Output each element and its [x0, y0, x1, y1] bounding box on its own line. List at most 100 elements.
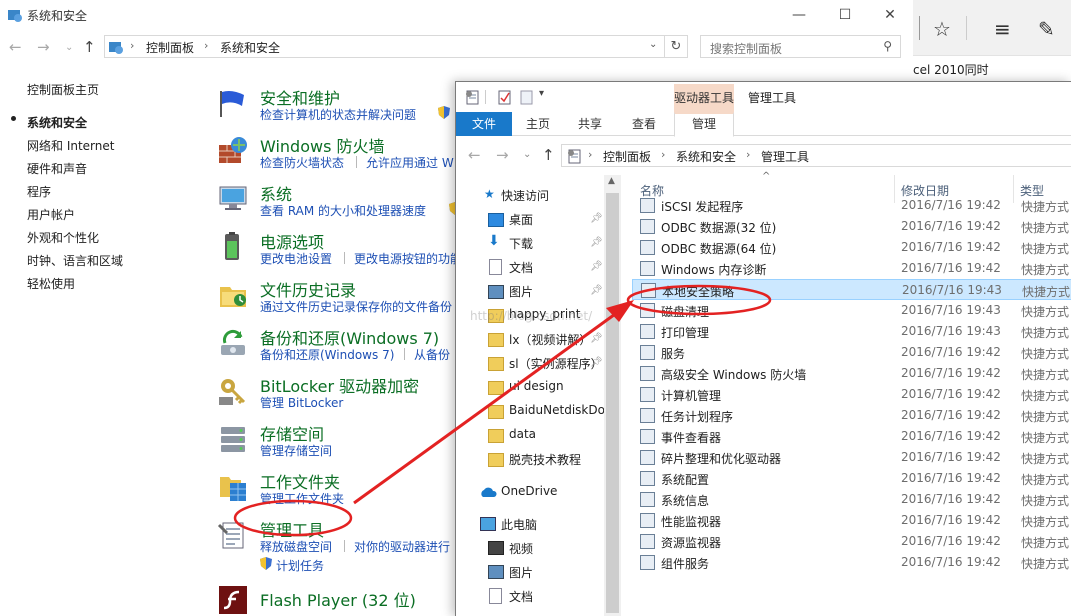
favorite-star-icon[interactable]: ☆	[933, 17, 951, 41]
file-row[interactable]: 系统信息 2016/7/16 19:42 快捷方式	[632, 489, 1071, 510]
nav-item-downloads[interactable]: 下载	[509, 235, 533, 252]
file-row[interactable]: 任务计划程序 2016/7/16 19:42 快捷方式	[632, 405, 1071, 426]
breadcrumb-item[interactable]: 系统和安全	[676, 148, 736, 165]
forward-arrow-icon[interactable]: →	[496, 146, 509, 164]
tab-manage[interactable]: 管理	[674, 112, 734, 137]
nav-item-folder[interactable]: 脱壳技术教程	[509, 451, 581, 468]
link-manage-storage[interactable]: 管理存储空间	[260, 442, 332, 459]
nav-item-folder[interactable]: BaiduNetdiskDo	[509, 403, 605, 417]
up-arrow-icon[interactable]: ↑	[542, 146, 555, 164]
scroll-up-icon[interactable]: ▲	[608, 176, 615, 186]
nav-programs[interactable]: 程序	[27, 183, 51, 200]
link-check-firewall-status[interactable]: 检查防火墙状态	[260, 154, 344, 171]
nav-item-folder[interactable]: ui design	[509, 379, 564, 393]
nav-control-panel-home[interactable]: 控制面板主页	[27, 81, 99, 98]
nav-network-internet[interactable]: 网络和 Internet	[27, 137, 114, 154]
nav-system-security[interactable]: 系统和安全	[27, 114, 87, 131]
new-folder-icon[interactable]	[518, 89, 534, 105]
pin-icon: 📌︎	[590, 261, 603, 272]
tab-file[interactable]: 文件	[456, 112, 512, 136]
file-row[interactable]: iSCSI 发起程序 2016/7/16 19:42 快捷方式	[632, 195, 1071, 216]
link-free-disk-space[interactable]: 释放磁盘空间	[260, 538, 332, 555]
file-row[interactable]: 系统配置 2016/7/16 19:42 快捷方式	[632, 468, 1071, 489]
file-row[interactable]: 磁盘清理 2016/7/16 19:43 快捷方式	[632, 300, 1071, 321]
nav-appearance[interactable]: 外观和个性化	[27, 229, 99, 246]
link-allow-app[interactable]: 允许应用通过 W	[366, 154, 454, 171]
forward-arrow-icon[interactable]: →	[37, 38, 50, 56]
nav-item-folder[interactable]: sl（实例源程序）	[509, 355, 603, 372]
nav-item-onedrive[interactable]: OneDrive	[501, 484, 557, 498]
tab-home[interactable]: 主页	[526, 112, 550, 136]
nav-hardware-sound[interactable]: 硬件和声音	[27, 160, 87, 177]
breadcrumb-item[interactable]: 系统和安全	[220, 39, 280, 56]
link-battery-settings[interactable]: 更改电池设置	[260, 250, 332, 267]
file-row[interactable]: 性能监视器 2016/7/16 19:42 快捷方式	[632, 510, 1071, 531]
nav-user-accounts[interactable]: 用户帐户	[27, 206, 75, 223]
file-row[interactable]: ODBC 数据源(64 位) 2016/7/16 19:42 快捷方式	[632, 237, 1071, 258]
file-date: 2016/7/16 19:43	[901, 324, 1001, 338]
file-row[interactable]: 组件服务 2016/7/16 19:42 快捷方式	[632, 552, 1071, 573]
link-schedule-tasks[interactable]: 计划任务	[276, 557, 324, 574]
qat-dropdown-icon[interactable]: ▾	[539, 88, 544, 99]
toolbar-divider	[919, 16, 931, 40]
link-view-ram[interactable]: 查看 RAM 的大小和处理器速度	[260, 202, 426, 219]
nav-item-videos[interactable]: 视频	[509, 540, 533, 557]
maximize-button[interactable]: ☐	[835, 5, 855, 25]
explorer-address-bar[interactable]: › 控制面板 › 系统和安全 › 管理工具	[561, 144, 1071, 167]
hub-menu-icon[interactable]: ≡	[994, 17, 1011, 41]
breadcrumb-chevron-icon: ›	[130, 39, 135, 52]
link-save-backup[interactable]: 通过文件历史记录保存你的文件备份	[260, 298, 452, 315]
file-row[interactable]: 高级安全 Windows 防火墙 2016/7/16 19:42 快捷方式	[632, 363, 1071, 384]
refresh-button[interactable]: ↻	[665, 35, 688, 58]
file-row[interactable]: Windows 内存诊断 2016/7/16 19:42 快捷方式	[632, 258, 1071, 279]
breadcrumb-item[interactable]: 控制面板	[603, 148, 651, 165]
file-row[interactable]: 服务 2016/7/16 19:42 快捷方式	[632, 342, 1071, 363]
nav-item-pictures[interactable]: 图片	[509, 564, 533, 581]
nav-item-documents[interactable]: 文档	[509, 588, 533, 605]
nav-clock-language-region[interactable]: 时钟、语言和区域	[27, 252, 123, 269]
link-power-button[interactable]: 更改电源按钮的功能	[354, 250, 462, 267]
link-restore-from-backup[interactable]: 从备份	[414, 346, 450, 363]
back-arrow-icon[interactable]: ←	[9, 38, 22, 56]
cp-search-input[interactable]: 搜索控制面板 ⚲	[700, 35, 901, 58]
file-row[interactable]: 碎片整理和优化驱动器 2016/7/16 19:42 快捷方式	[632, 447, 1071, 468]
file-row[interactable]: 计算机管理 2016/7/16 19:42 快捷方式	[632, 384, 1071, 405]
tab-view[interactable]: 查看	[632, 112, 656, 136]
nav-item-pictures[interactable]: 图片	[509, 283, 533, 300]
folder-icon	[488, 429, 504, 443]
web-note-icon[interactable]: ✎	[1038, 17, 1055, 41]
file-row[interactable]: ODBC 数据源(32 位) 2016/7/16 19:42 快捷方式	[632, 216, 1071, 237]
category-flash-player[interactable]: Flash Player (32 位)	[260, 587, 416, 611]
file-row[interactable]: 本地安全策略 2016/7/16 19:43 快捷方式	[632, 279, 1071, 300]
file-row[interactable]: 资源监视器 2016/7/16 19:42 快捷方式	[632, 531, 1071, 552]
nav-pane-scrollbar[interactable]: ▲	[604, 175, 621, 616]
nav-item-documents[interactable]: 文档	[509, 259, 533, 276]
link-optimize-drives[interactable]: 对你的驱动器进行	[354, 538, 450, 555]
up-arrow-icon[interactable]: ↑	[83, 38, 96, 56]
nav-item-this-pc[interactable]: 此电脑	[501, 516, 537, 533]
close-button[interactable]: ✕	[880, 5, 900, 25]
scrollbar-thumb[interactable]	[606, 193, 619, 613]
tab-share[interactable]: 共享	[578, 112, 602, 136]
recent-dropdown-icon[interactable]: ⌄	[65, 42, 73, 53]
nav-item-quick-access[interactable]: 快速访问	[501, 187, 549, 204]
shortcut-icon	[640, 303, 655, 318]
file-row[interactable]: 事件查看器 2016/7/16 19:42 快捷方式	[632, 426, 1071, 447]
breadcrumb-item[interactable]: 控制面板	[146, 39, 194, 56]
nav-item-folder[interactable]: data	[509, 427, 536, 441]
link-backup-restore[interactable]: 备份和还原(Windows 7)	[260, 346, 394, 363]
nav-item-desktop[interactable]: 桌面	[509, 211, 533, 228]
nav-item-folder[interactable]: lx（视频讲解）	[509, 331, 591, 348]
breadcrumb-item[interactable]: 管理工具	[761, 148, 809, 165]
minimize-button[interactable]: —	[789, 5, 809, 25]
link-manage-work-folders[interactable]: 管理工作文件夹	[260, 490, 344, 507]
link-check-status[interactable]: 检查计算机的状态并解决问题	[260, 106, 416, 123]
file-type: 快捷方式	[1021, 326, 1070, 340]
properties-icon[interactable]	[496, 89, 512, 105]
back-arrow-icon[interactable]: ←	[468, 146, 481, 164]
file-row[interactable]: 打印管理 2016/7/16 19:43 快捷方式	[632, 321, 1071, 342]
nav-ease-of-access[interactable]: 轻松使用	[27, 275, 75, 292]
recent-dropdown-icon[interactable]: ⌄	[523, 149, 531, 160]
link-manage-bitlocker[interactable]: 管理 BitLocker	[260, 394, 343, 411]
address-dropdown-icon[interactable]: ⌄	[649, 39, 657, 50]
